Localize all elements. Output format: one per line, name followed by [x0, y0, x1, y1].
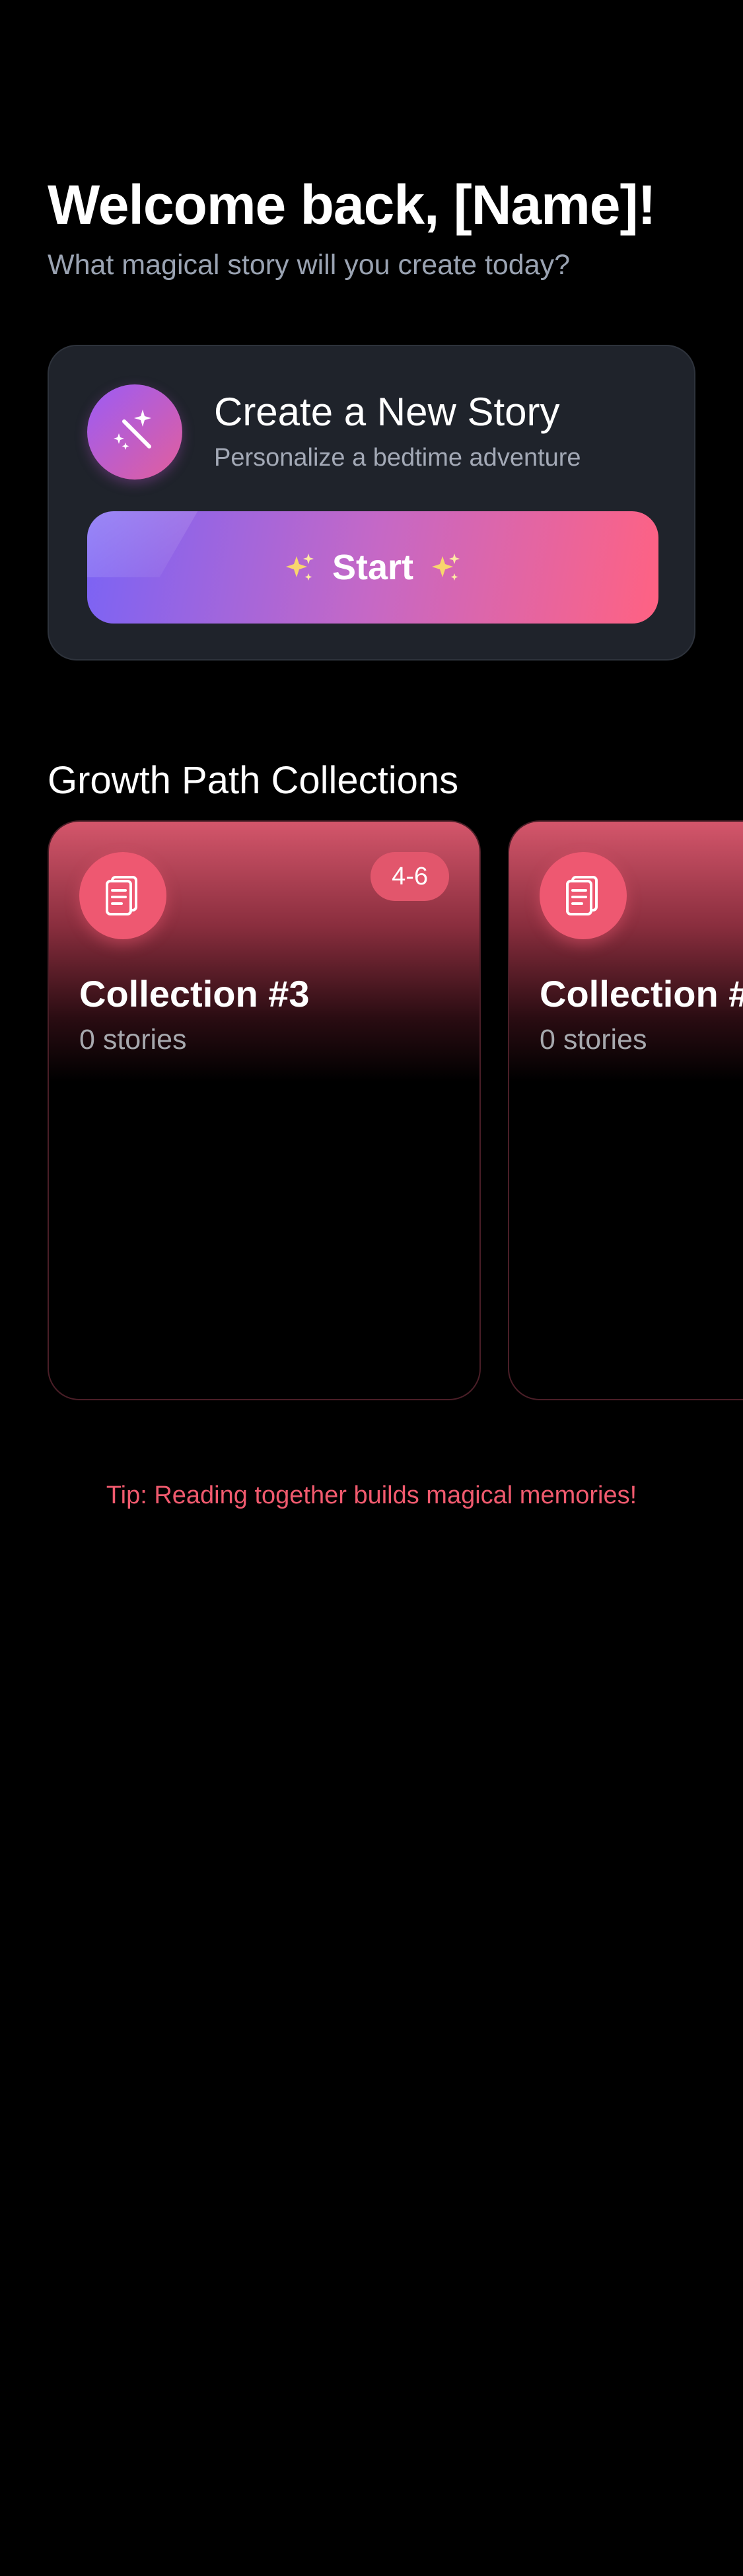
welcome-header: Welcome back, [Name]! What magical story…	[48, 168, 708, 283]
collection-title: Collection #	[540, 973, 743, 1015]
book-icon	[540, 852, 627, 939]
sparkles-icon	[285, 554, 314, 581]
magic-wand-icon	[87, 384, 182, 480]
collections-carousel[interactable]: 4-6 Collection #3 0 stories Collection #…	[48, 820, 743, 1402]
welcome-subtitle: What magical story will you create today…	[48, 249, 571, 281]
create-story-subtitle: Personalize a bedtime adventure	[214, 444, 581, 472]
book-icon	[79, 852, 166, 939]
collection-story-count: 0 stories	[540, 1024, 647, 1055]
collection-title: Collection #3	[79, 973, 310, 1015]
collection-card[interactable]: Collection # 0 stories	[508, 820, 743, 1400]
sparkles-icon	[432, 554, 460, 581]
reading-tip: Tip: Reading together builds magical mem…	[106, 1482, 637, 1509]
welcome-title: Welcome back, [Name]!	[48, 174, 656, 236]
start-button[interactable]: Start	[87, 511, 658, 624]
start-button-label: Start	[332, 548, 414, 587]
age-range-badge: 4-6	[371, 852, 449, 901]
create-story-title: Create a New Story	[214, 390, 560, 434]
collection-story-count: 0 stories	[79, 1024, 187, 1055]
create-story-card: Create a New Story Personalize a bedtime…	[48, 345, 695, 661]
section-title: Growth Path Collections	[48, 759, 459, 802]
collection-card[interactable]: 4-6 Collection #3 0 stories	[48, 820, 481, 1400]
